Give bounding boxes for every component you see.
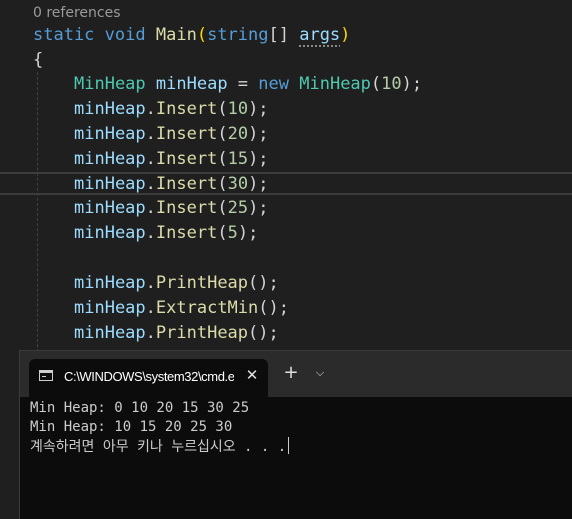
open-brace-line: {: [33, 48, 43, 72]
call-dot: .: [145, 149, 156, 169]
new-tab-button[interactable]: +: [281, 362, 301, 384]
call-arg: 5: [227, 223, 238, 243]
call-method: Insert: [155, 149, 218, 169]
terminal-tab[interactable]: C:\WINDOWS\system32\cmd.exe ✕: [29, 359, 268, 397]
code-line: minHeap.Insert(10);: [74, 97, 269, 121]
indent-guide: [37, 72, 38, 352]
call-object: minHeap: [74, 198, 146, 218]
call-arg: 10: [227, 99, 249, 119]
chevron-down-icon[interactable]: ⌵: [312, 362, 328, 384]
call-close: );: [248, 174, 269, 194]
call-close: );: [268, 298, 289, 318]
keyword-void: void: [104, 25, 146, 45]
call-close: );: [237, 223, 259, 243]
tab-title: C:\WINDOWS\system32\cmd.exe: [64, 369, 234, 384]
call-method: Insert: [155, 198, 218, 218]
call-arg: 30: [227, 174, 249, 194]
console-line: 계속하려면 아무 키나 누르십시오 . . .: [30, 437, 290, 456]
decl-assign: =: [227, 74, 259, 94]
method-signature-line: static void Main(string[] args): [33, 23, 350, 47]
call-arg: 25: [227, 198, 249, 218]
code-line: minHeap.Insert(30);: [74, 172, 269, 196]
console-line: Min Heap: 0 10 20 15 30 25: [30, 400, 250, 416]
call-open-paren: (: [217, 198, 228, 218]
code-line: minHeap.Insert(5);: [74, 221, 258, 245]
decl-var: minHeap: [155, 74, 228, 94]
ctor-close: );: [401, 74, 423, 94]
call-method: Insert: [155, 124, 218, 144]
close-icon[interactable]: ✕: [242, 365, 262, 385]
code-line: minHeap.PrintHeap();: [74, 321, 279, 345]
console-prompt-text: 계속하려면 아무 키나 누르십시오 . . .: [30, 439, 287, 455]
call-close: );: [258, 273, 279, 293]
codelens-references[interactable]: 0 references: [33, 5, 121, 21]
declaration-line: MinHeap minHeap = new MinHeap(10);: [74, 72, 422, 96]
close-paren: ): [340, 25, 351, 45]
call-open-paren: (: [217, 223, 228, 243]
array-brackets: []: [268, 25, 300, 45]
code-line: minHeap.PrintHeap();: [74, 271, 279, 295]
call-dot: .: [145, 99, 156, 119]
call-dot: .: [145, 223, 156, 243]
method-name: Main: [155, 25, 197, 45]
keyword-new: new: [258, 74, 289, 94]
call-method: Insert: [155, 223, 218, 243]
call-close: );: [248, 198, 269, 218]
call-object: minHeap: [74, 298, 146, 318]
call-dot: .: [145, 273, 156, 293]
terminal-window[interactable]: C:\WINDOWS\system32\cmd.exe ✕ + ⌵ Min He…: [19, 350, 572, 519]
open-brace: {: [33, 50, 44, 70]
call-method: Insert: [155, 99, 218, 119]
ctor-arg: 10: [381, 74, 402, 94]
call-open-paren: (: [248, 273, 259, 293]
call-open-paren: (: [248, 323, 259, 343]
call-open-paren: (: [258, 298, 269, 318]
code-line: minHeap.ExtractMin();: [74, 296, 289, 320]
call-close: );: [248, 124, 269, 144]
ctor-open: (: [370, 74, 382, 94]
param-name: args: [299, 25, 341, 45]
call-method: ExtractMin: [155, 298, 259, 318]
call-close: );: [248, 149, 269, 169]
call-object: minHeap: [74, 273, 146, 293]
keyword-static: static: [33, 25, 95, 45]
call-object: minHeap: [74, 174, 146, 194]
call-object: minHeap: [74, 149, 146, 169]
param-type: string: [207, 25, 269, 45]
call-open-paren: (: [217, 149, 228, 169]
console-line: Min Heap: 10 15 20 25 30: [30, 419, 233, 435]
call-method: Insert: [155, 174, 218, 194]
call-open-paren: (: [217, 124, 228, 144]
call-open-paren: (: [217, 174, 228, 194]
call-arg: 15: [227, 149, 249, 169]
call-object: minHeap: [74, 99, 146, 119]
call-close: );: [248, 99, 269, 119]
call-open-paren: (: [217, 99, 228, 119]
call-object: minHeap: [74, 223, 146, 243]
call-dot: .: [145, 174, 156, 194]
call-dot: .: [145, 198, 156, 218]
call-arg: 20: [227, 124, 249, 144]
code-line: minHeap.Insert(20);: [74, 122, 269, 146]
text-cursor: [288, 437, 290, 454]
code-line: minHeap.Insert(25);: [74, 196, 269, 220]
open-paren: (: [196, 25, 208, 45]
call-close: );: [258, 323, 279, 343]
call-dot: .: [145, 124, 156, 144]
decl-type: MinHeap: [74, 74, 146, 94]
call-method: PrintHeap: [155, 323, 249, 343]
code-line: minHeap.Insert(15);: [74, 147, 269, 171]
terminal-tab-bar: C:\WINDOWS\system32\cmd.exe ✕ + ⌵: [20, 351, 572, 397]
call-object: minHeap: [74, 124, 146, 144]
cmd-icon: [39, 370, 53, 381]
code-editor[interactable]: 0 references static void Main(string[] a…: [0, 0, 572, 352]
call-method: PrintHeap: [155, 273, 249, 293]
call-dot: .: [145, 323, 156, 343]
ctor-name: MinHeap: [299, 74, 371, 94]
call-dot: .: [145, 298, 156, 318]
call-object: minHeap: [74, 323, 146, 343]
console-output[interactable]: Min Heap: 0 10 20 15 30 25 Min Heap: 10 …: [30, 399, 290, 456]
